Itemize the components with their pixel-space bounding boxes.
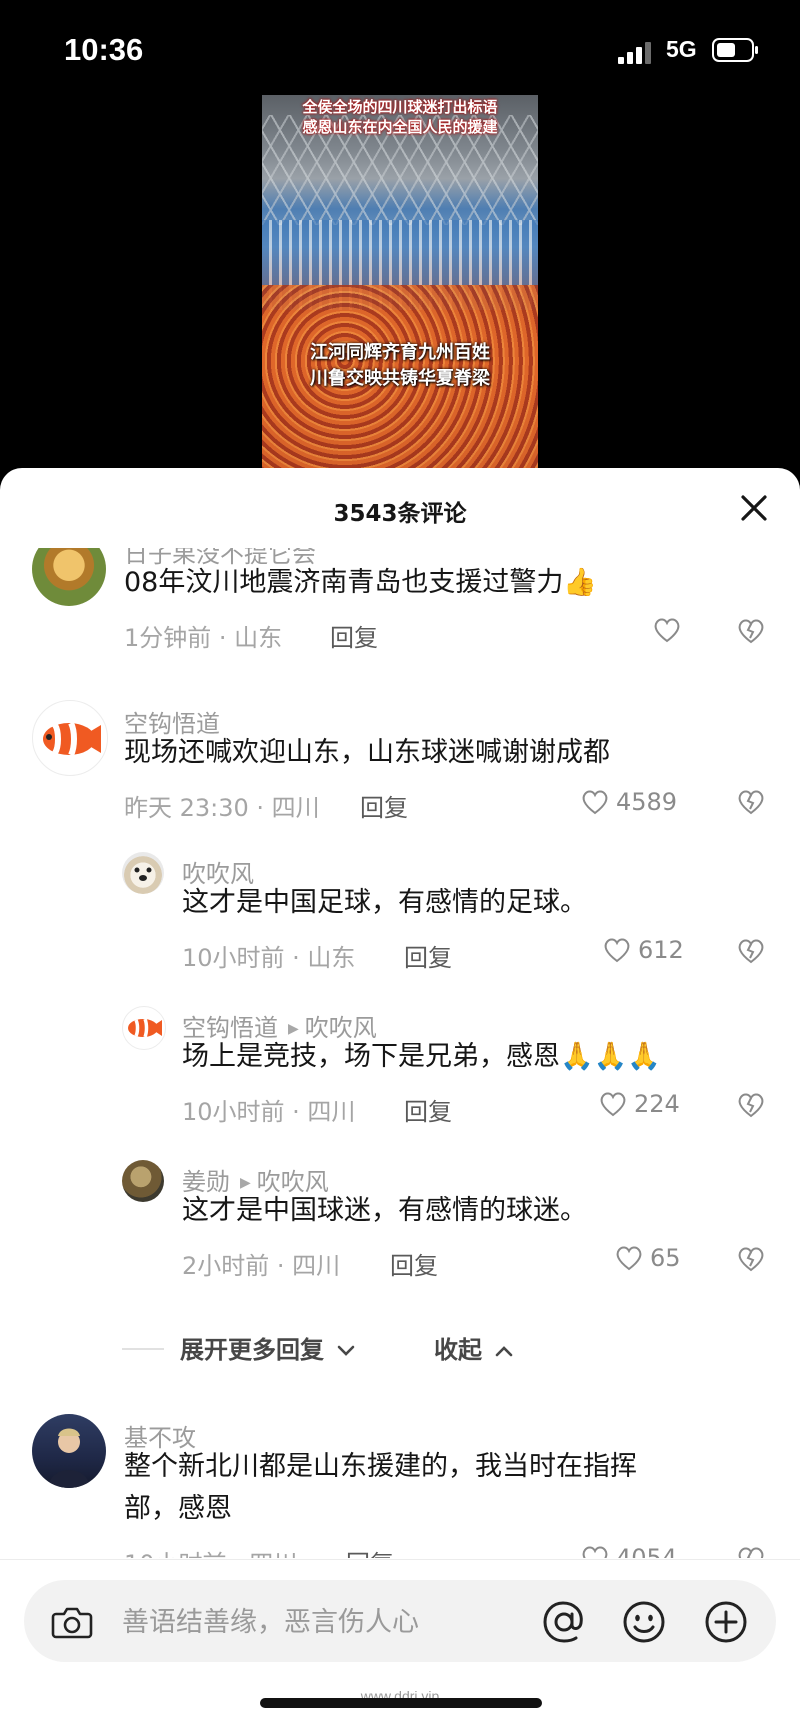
heart-icon (604, 938, 630, 963)
comment-time-location: 10小时前 · 四川 (124, 1544, 297, 1558)
camera-icon[interactable] (50, 1600, 94, 1644)
player-avatar (48, 1428, 90, 1488)
clownfish-avatar (128, 1018, 162, 1038)
reply-text: 这才是中国足球，有感情的足球。 (182, 887, 587, 918)
comment-time-location: 昨天 23:30 · 四川 (124, 794, 320, 822)
like-button[interactable] (652, 614, 688, 646)
comment-input[interactable] (120, 1600, 544, 1644)
like-count: 65 (650, 1244, 681, 1272)
heart-icon (654, 618, 680, 643)
emoji-icon[interactable] (620, 1598, 668, 1646)
avatar[interactable] (32, 548, 106, 606)
comment-count-title: 3543条评论 (333, 501, 467, 527)
expand-replies-label: 展开更多回复 (180, 1336, 324, 1364)
like-button[interactable]: 612 (602, 934, 684, 966)
reply-button[interactable]: 回复 (360, 788, 408, 823)
reply-button[interactable]: 回复 (390, 1246, 438, 1281)
collapse-replies-label: 收起 (434, 1336, 482, 1364)
reply-time-location: 10小时前 · 山东 (182, 944, 356, 972)
comment-input-container[interactable] (24, 1580, 776, 1662)
avatar[interactable] (122, 852, 164, 894)
like-button[interactable]: 65 (614, 1242, 681, 1274)
reply-time-location: 2小时前 · 四川 (182, 1252, 341, 1280)
mention-icon[interactable] (540, 1598, 588, 1646)
heart-icon (582, 1546, 608, 1558)
home-indicator (260, 1698, 542, 1708)
like-count: 4589 (616, 788, 678, 816)
chevron-up-icon (496, 1346, 513, 1357)
sheet-header: 3543条评论 (0, 468, 800, 548)
clownfish-avatar (43, 721, 101, 757)
reply-to-arrow-icon: ▶ (240, 1175, 251, 1191)
dislike-icon[interactable] (736, 936, 766, 966)
caption-mid-line2: 川鲁交映共铸华夏脊梁 (310, 368, 490, 389)
comment-list[interactable]: 日子果没不提它会 08年汶川地震济南青岛也支援过警力👍 1分钟前 · 山东 回复 (0, 548, 800, 1558)
caption-top-line2: 感恩山东在内全国人民的援建 (302, 118, 498, 136)
avatar[interactable] (122, 1006, 166, 1050)
like-button[interactable]: 224 (598, 1088, 680, 1120)
caption-top-line1: 全侯全场的四川球迷打出标语 (302, 98, 498, 116)
reply-button[interactable]: 回复 (404, 938, 452, 973)
reply-time-location: 10小时前 · 四川 (182, 1098, 356, 1126)
comment-text: 现场还喊欢迎山东，山东球迷喊谢谢成都 (124, 737, 610, 768)
divider (122, 1348, 164, 1350)
reply-button[interactable]: 回复 (404, 1092, 452, 1127)
video-thumbnail[interactable]: 全侯全场的四川球迷打出标语 感恩山东在内全国人民的援建 江河同辉齐育九州百姓 川… (262, 95, 538, 475)
avatar[interactable] (32, 700, 108, 776)
comments-sheet: 3543条评论 日子果没不提它会 08年汶川地震济南青岛也支援过警力👍 1分钟前… (0, 468, 800, 1731)
battery-icon (712, 38, 758, 62)
comment-time-location: 1分钟前 · 山东 (124, 624, 283, 652)
dislike-icon[interactable] (736, 1244, 766, 1274)
like-count: 224 (634, 1090, 680, 1118)
reply-button[interactable]: 回复 (330, 618, 378, 653)
reply-to-arrow-icon: ▶ (288, 1021, 299, 1037)
reply-button[interactable]: 回复 (346, 1544, 394, 1558)
signal-icon (618, 42, 651, 64)
comment-input-bar: www.ddri.vip (0, 1559, 800, 1731)
thread-controls: 展开更多回复 收起 (0, 1328, 800, 1368)
video-player[interactable]: 全侯全场的四川球迷打出标语 感恩山东在内全国人民的援建 江河同辉齐育九州百姓 川… (0, 95, 800, 475)
like-count: 612 (638, 936, 684, 964)
comment-text-line1: 整个新北川都是山东援建的，我当时在指挥 (124, 1451, 637, 1482)
dislike-icon[interactable] (736, 616, 766, 646)
heart-icon (582, 790, 608, 815)
caption-mid-line1: 江河同辉齐育九州百姓 (310, 342, 490, 363)
status-time: 10:36 (64, 32, 144, 67)
reply-text: 场上是竞技，场下是兄弟，感恩🙏🙏🙏 (182, 1041, 661, 1072)
dislike-icon[interactable] (736, 1090, 766, 1120)
reply-text: 这才是中国球迷，有感情的球迷。 (182, 1195, 587, 1226)
heart-icon (600, 1092, 626, 1117)
network-type: 5G (666, 36, 697, 62)
like-button[interactable]: 4054 (580, 1542, 677, 1558)
expand-replies-button[interactable]: 展开更多回复 (180, 1330, 356, 1365)
avatar[interactable] (122, 1160, 164, 1202)
heart-icon (616, 1246, 642, 1271)
collapse-replies-button[interactable]: 收起 (434, 1330, 514, 1365)
like-button[interactable]: 4589 (580, 786, 677, 818)
dislike-icon[interactable] (736, 1544, 766, 1558)
avatar[interactable] (32, 1414, 106, 1488)
status-bar: 10:36 5G (0, 0, 800, 100)
chevron-down-icon (338, 1345, 355, 1356)
plus-icon[interactable] (702, 1598, 750, 1646)
close-icon[interactable] (734, 488, 774, 528)
dislike-icon[interactable] (736, 787, 766, 817)
video-caption-mid: 江河同辉齐育九州百姓 川鲁交映共铸华夏脊梁 (262, 340, 538, 392)
video-caption-top: 全侯全场的四川球迷打出标语 感恩山东在内全国人民的援建 (262, 97, 538, 137)
comment-text-line2: 部，感恩 (124, 1493, 232, 1524)
like-count: 4054 (616, 1544, 678, 1558)
comment-text: 08年汶川地震济南青岛也支援过警力👍 (124, 567, 597, 598)
dog-avatar (134, 867, 152, 881)
